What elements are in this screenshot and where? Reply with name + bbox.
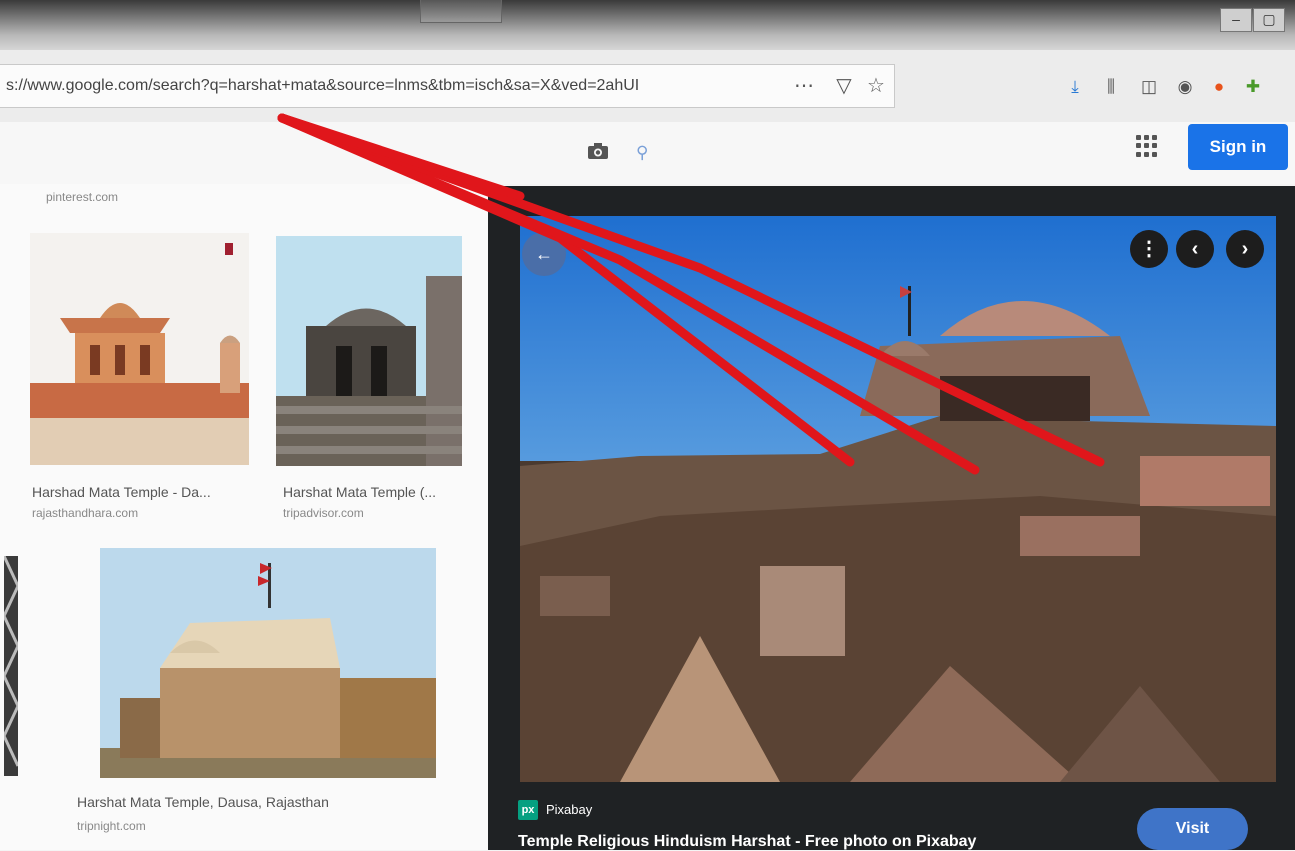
sign-in-button[interactable]: Sign in: [1188, 124, 1288, 170]
window-titlebar: [0, 0, 1295, 50]
more-options-icon[interactable]: ⋮: [1130, 230, 1168, 268]
result-source[interactable]: tripnight.com: [77, 819, 146, 833]
result-thumbnail[interactable]: [100, 548, 436, 778]
library-icon[interactable]: ⫼: [1098, 76, 1124, 98]
tab-outline[interactable]: [420, 0, 502, 23]
search-icon[interactable]: ⚲: [636, 143, 648, 163]
account-icon[interactable]: ◉: [1172, 76, 1198, 98]
result-title[interactable]: Harshad Mata Temple - Da...: [32, 484, 211, 500]
preview-site-name[interactable]: Pixabay: [546, 802, 592, 817]
back-arrow-icon[interactable]: ←: [522, 232, 566, 276]
result-title[interactable]: Harshat Mata Temple, Dausa, Rajasthan: [77, 794, 329, 810]
previous-icon[interactable]: ‹: [1176, 230, 1214, 268]
preview-title[interactable]: Temple Religious Hinduism Harshat - Free…: [518, 833, 976, 851]
visit-button[interactable]: Visit: [1137, 808, 1248, 850]
result-source[interactable]: rajasthandhara.com: [32, 506, 138, 520]
bookmark-star-icon[interactable]: ☆: [862, 74, 890, 98]
minimize-icon[interactable]: –: [1220, 8, 1252, 32]
result-thumbnail[interactable]: [30, 233, 249, 465]
preview-image[interactable]: [520, 216, 1276, 782]
sidebar-icon[interactable]: ◫: [1136, 76, 1162, 98]
result-source[interactable]: pinterest.com: [46, 190, 118, 204]
camera-icon[interactable]: [587, 142, 609, 160]
pixabay-logo-icon: px: [518, 800, 538, 820]
url-text[interactable]: s://www.google.com/search?q=harshat+mata…: [6, 74, 756, 98]
more-icon[interactable]: ⋯: [786, 74, 822, 98]
result-thumbnail-partial[interactable]: [4, 556, 18, 776]
result-thumbnail[interactable]: [276, 236, 462, 466]
apps-grid-icon[interactable]: [1136, 135, 1158, 157]
next-icon[interactable]: ›: [1226, 230, 1264, 268]
download-icon[interactable]: ⤓: [1062, 76, 1088, 98]
maximize-icon[interactable]: ▢: [1253, 8, 1285, 32]
extension-icon[interactable]: ✚: [1240, 76, 1266, 98]
pocket-icon[interactable]: ▽: [830, 74, 858, 98]
result-source[interactable]: tripadvisor.com: [283, 506, 364, 520]
addon-icon[interactable]: ●: [1206, 76, 1232, 98]
result-title[interactable]: Harshat Mata Temple (...: [283, 484, 436, 500]
